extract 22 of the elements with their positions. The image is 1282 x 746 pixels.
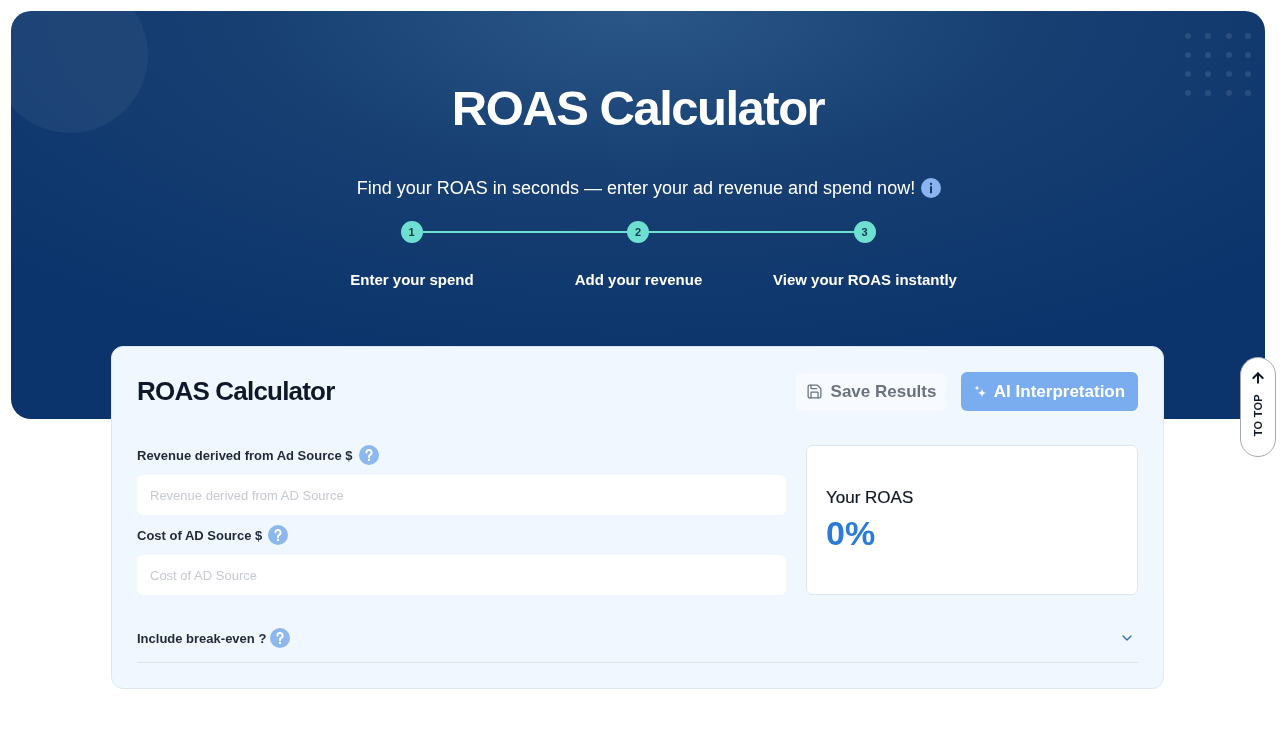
break-even-label: Include break-even ? bbox=[137, 630, 267, 646]
help-icon[interactable] bbox=[358, 445, 379, 465]
step-number: 1 bbox=[400, 221, 423, 243]
step-number: 3 bbox=[853, 221, 876, 243]
help-icon[interactable] bbox=[268, 525, 289, 545]
field-label: Revenue derived from Ad Source $ bbox=[137, 447, 353, 463]
to-top-button[interactable]: TO TOP bbox=[1240, 357, 1276, 457]
sparkle-icon bbox=[973, 385, 987, 398]
info-icon[interactable] bbox=[921, 178, 942, 198]
step-label: Enter your spend bbox=[350, 270, 474, 290]
result-value: 0% bbox=[826, 513, 877, 553]
input-field[interactable]: Cost of AD Source bbox=[137, 555, 786, 595]
hero-title: ROAS Calculator bbox=[451, 80, 825, 137]
result-label: Your ROAS bbox=[826, 487, 915, 509]
field-label: Cost of AD Source $ bbox=[137, 527, 263, 543]
step-label: View your ROAS instantly bbox=[773, 270, 957, 290]
step-label: Add your revenue bbox=[574, 270, 703, 290]
step-number: 2 bbox=[627, 221, 649, 243]
calculator-title: ROAS Calculator bbox=[137, 376, 335, 407]
help-icon[interactable] bbox=[270, 628, 291, 648]
hero-subtitle: Find your ROAS in seconds — enter your ad revenue and spend now! bbox=[356, 177, 916, 200]
input-field[interactable]: Revenue derived from AD Source bbox=[137, 475, 786, 515]
